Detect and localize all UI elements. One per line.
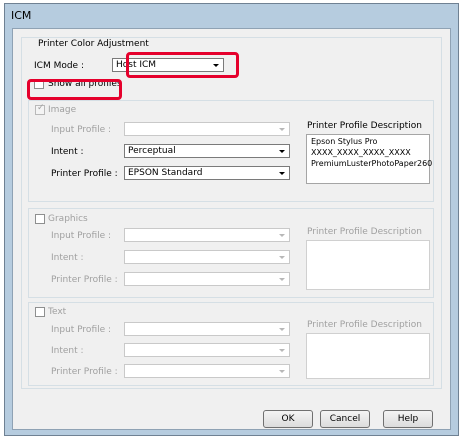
image-profile-description-label: Printer Profile Description xyxy=(307,121,422,131)
description-line: XXXX_XXXX_XXXX_XXXX xyxy=(311,148,411,157)
show-all-profiles-highlight xyxy=(27,79,122,100)
description-line: PremiumLusterPhotoPaper260 xyxy=(311,159,433,168)
graphics-printer-profile-label: Printer Profile : xyxy=(51,275,118,285)
group-label: Printer Color Adjustment xyxy=(36,39,151,49)
graphics-checkbox[interactable] xyxy=(35,214,45,224)
text-profile-description-label: Printer Profile Description xyxy=(307,320,422,330)
chevron-down-icon xyxy=(279,349,285,352)
graphics-profile-description-box xyxy=(306,240,430,290)
graphics-section: Graphics Input Profile : Intent : Printe… xyxy=(28,208,434,298)
chevron-down-icon xyxy=(279,256,285,259)
image-intent-label: Intent : xyxy=(51,147,84,157)
text-checkbox[interactable] xyxy=(35,307,45,317)
graphics-printer-profile-select[interactable] xyxy=(124,272,290,286)
chevron-down-icon xyxy=(279,370,285,373)
image-intent-value: Perceptual xyxy=(128,146,176,156)
image-printer-profile-value: EPSON Standard xyxy=(128,168,203,178)
chevron-down-icon xyxy=(279,150,285,153)
help-button[interactable]: Help xyxy=(383,410,433,428)
ok-button[interactable]: OK xyxy=(263,410,313,428)
window-title: ICM xyxy=(11,9,32,22)
description-line: Epson Stylus Pro xyxy=(311,137,378,146)
graphics-input-profile-select[interactable] xyxy=(124,228,290,242)
text-section: Text Input Profile : Intent : Printer Pr… xyxy=(28,302,434,386)
text-intent-select[interactable] xyxy=(124,343,290,357)
text-input-profile-select[interactable] xyxy=(124,322,290,336)
chevron-down-icon xyxy=(279,128,285,131)
graphics-input-profile-label: Input Profile : xyxy=(51,231,112,241)
image-checkbox[interactable]: ✓ xyxy=(35,103,45,115)
graphics-profile-description-label: Printer Profile Description xyxy=(307,227,422,237)
icm-mode-highlight xyxy=(126,52,239,78)
image-profile-description-box: Epson Stylus Pro XXXX_XXXX_XXXX_XXXX Pre… xyxy=(306,134,433,184)
text-profile-description-box xyxy=(306,333,430,379)
image-printer-profile-select[interactable]: EPSON Standard xyxy=(124,166,290,180)
image-intent-select[interactable]: Perceptual xyxy=(124,144,290,158)
title-bar[interactable]: ICM xyxy=(5,4,458,28)
chevron-down-icon xyxy=(279,234,285,237)
graphics-intent-label: Intent : xyxy=(51,253,84,263)
image-input-profile-select[interactable] xyxy=(124,122,290,136)
icm-mode-label: ICM Mode : xyxy=(34,61,84,71)
text-printer-profile-select[interactable] xyxy=(124,364,290,378)
text-label: Text xyxy=(48,307,67,317)
image-label: Image xyxy=(48,105,77,115)
chevron-down-icon xyxy=(279,172,285,175)
chevron-down-icon xyxy=(279,328,285,331)
image-section: ✓ Image Input Profile : Intent : Percept… xyxy=(28,100,434,202)
cancel-button[interactable]: Cancel xyxy=(320,410,370,428)
checkmark-icon: ✓ xyxy=(37,103,45,113)
chevron-down-icon xyxy=(279,278,285,281)
text-intent-label: Intent : xyxy=(51,346,84,356)
image-printer-profile-label: Printer Profile : xyxy=(51,169,118,179)
graphics-intent-select[interactable] xyxy=(124,250,290,264)
graphics-label: Graphics xyxy=(48,214,88,224)
text-input-profile-label: Input Profile : xyxy=(51,325,112,335)
image-input-profile-label: Input Profile : xyxy=(51,125,112,135)
text-printer-profile-label: Printer Profile : xyxy=(51,367,118,377)
